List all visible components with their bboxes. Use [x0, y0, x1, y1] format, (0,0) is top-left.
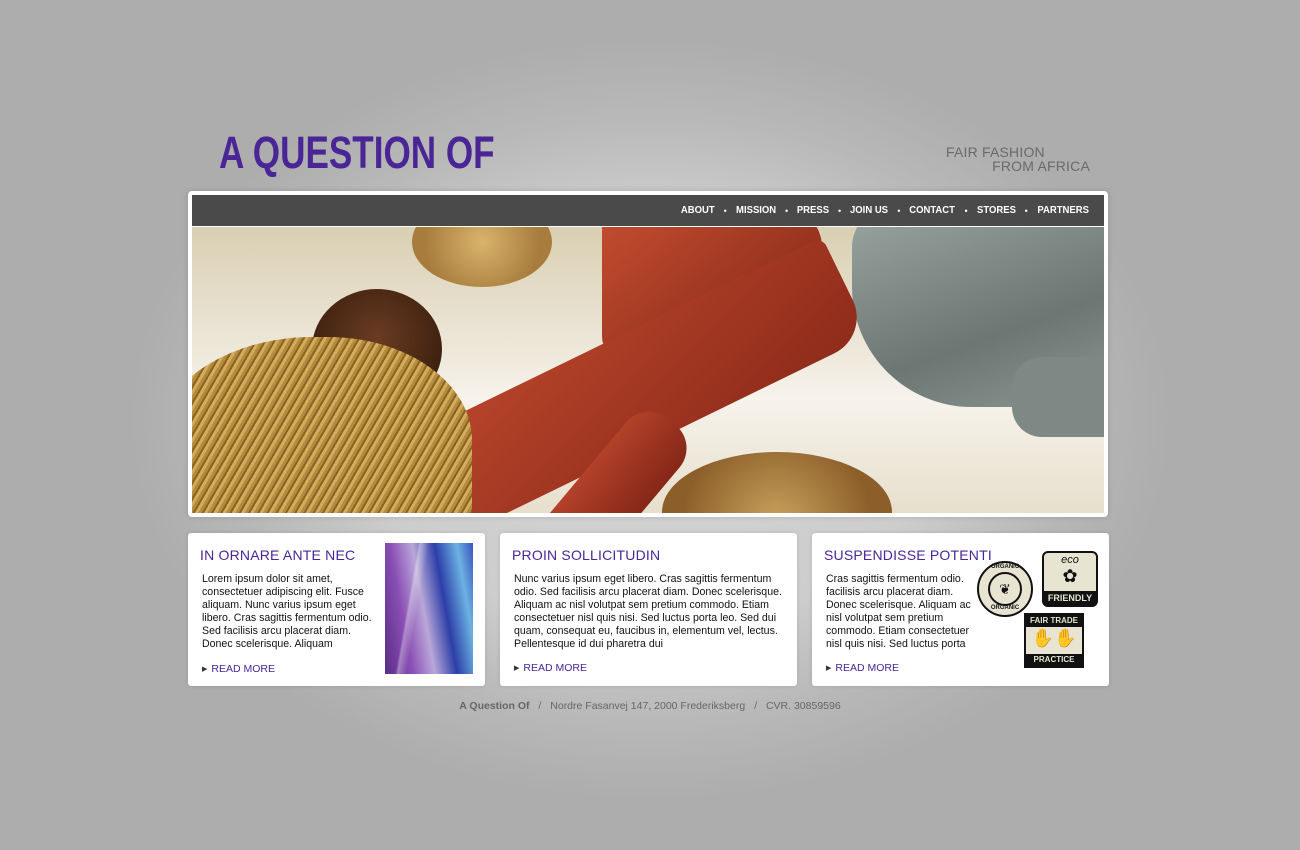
- content-box-1: IN ORNARE ANTE NEC Lorem ipsum dolor sit…: [188, 533, 485, 686]
- fair-trade-badge-label: FAIR TRADE: [1026, 615, 1082, 627]
- box-title: IN ORNARE ANTE NEC: [200, 547, 356, 563]
- nav-separator: •: [723, 205, 727, 216]
- main-nav: ABOUT • MISSION • PRESS • JOIN US • CONT…: [680, 195, 1090, 226]
- nav-separator: •: [964, 205, 968, 216]
- read-more-link[interactable]: ▶ READ MORE: [826, 662, 899, 674]
- nav-item-stores[interactable]: STORES: [977, 205, 1016, 216]
- footer-address: Nordre Fasanvej 147, 2000 Frederiksberg: [550, 700, 746, 712]
- nav-item-about[interactable]: ABOUT: [681, 205, 715, 216]
- leaf-icon: ❦: [988, 572, 1022, 606]
- nav-item-mission[interactable]: MISSION: [736, 205, 776, 216]
- box-text: Lorem ipsum dolor sit amet, consectetuer…: [202, 573, 372, 651]
- eco-friendly-badge-icon: eco ✿ FRIENDLY: [1042, 551, 1098, 607]
- hero-frame: ABOUT • MISSION • PRESS • JOIN US • CONT…: [188, 191, 1108, 517]
- organic-badge-label: ORGANIC: [990, 564, 1020, 570]
- tagline-line-1: FAIR FASHION: [946, 144, 1045, 160]
- nav-separator: •: [1024, 205, 1028, 216]
- organic-badge-icon: ORGANIC ❦ ORGANIC: [977, 561, 1033, 617]
- arrow-right-icon: ▶: [514, 665, 520, 672]
- hero-image: [192, 227, 1104, 513]
- nav-item-press[interactable]: PRESS: [797, 205, 829, 216]
- footer-company: A Question Of: [459, 700, 530, 712]
- footer-separator: /: [538, 700, 542, 712]
- practice-badge-label: PRACTICE: [1026, 654, 1082, 666]
- hero-hair-shape: [662, 452, 892, 513]
- friendly-badge-label: FRIENDLY: [1044, 591, 1096, 605]
- site-logo[interactable]: A QUESTION OF: [219, 128, 495, 178]
- nav-item-join-us[interactable]: JOIN US: [850, 205, 888, 216]
- nav-item-partners[interactable]: PARTNERS: [1037, 205, 1089, 216]
- read-more-label: READ MORE: [523, 662, 587, 674]
- box-title: PROIN SOLLICITUDIN: [512, 547, 661, 563]
- organic-badge-label: ORGANIC: [990, 605, 1020, 611]
- box-text: Cras sagittis fermentum odio. facilisis …: [826, 573, 971, 651]
- hero-jeans-shape: [1012, 357, 1104, 437]
- site-footer: A Question Of / Nordre Fasanvej 147, 200…: [0, 700, 1300, 712]
- arrow-right-icon: ▶: [202, 666, 208, 673]
- content-box-2: PROIN SOLLICITUDIN Nunc varius ipsum ege…: [500, 533, 797, 686]
- shirts-photo: [385, 543, 473, 674]
- nav-item-contact[interactable]: CONTACT: [910, 205, 956, 216]
- box-title: SUSPENDISSE POTENTI: [824, 547, 992, 563]
- site-tagline: FAIR FASHION FROM AFRICA: [946, 145, 1090, 173]
- nav-separator: •: [838, 205, 842, 216]
- nav-separator: •: [897, 205, 901, 216]
- footer-separator: /: [754, 700, 758, 712]
- plant-icon: ✿: [1062, 566, 1078, 586]
- arrow-right-icon: ▶: [826, 665, 832, 672]
- content-box-3: SUSPENDISSE POTENTI Cras sagittis fermen…: [812, 533, 1109, 686]
- footer-cvr: CVR. 30859596: [765, 700, 841, 712]
- hero-hair-shape: [412, 227, 552, 287]
- handshake-icon: ✋✋: [1031, 628, 1077, 648]
- read-more-link[interactable]: ▶ READ MORE: [514, 662, 587, 674]
- tagline-line-2: FROM AFRICA: [992, 158, 1090, 174]
- read-more-label: READ MORE: [835, 662, 899, 674]
- main-navbar: ABOUT • MISSION • PRESS • JOIN US • CONT…: [192, 195, 1104, 227]
- read-more-link[interactable]: ▶ READ MORE: [202, 663, 275, 675]
- box-text: Nunc varius ipsum eget libero. Cras sagi…: [514, 573, 782, 651]
- fair-trade-badge-icon: FAIR TRADE ✋✋ PRACTICE: [1024, 613, 1084, 668]
- nav-separator: •: [784, 205, 789, 216]
- eco-badge-label: eco: [1061, 554, 1079, 566]
- read-more-label: READ MORE: [211, 663, 275, 675]
